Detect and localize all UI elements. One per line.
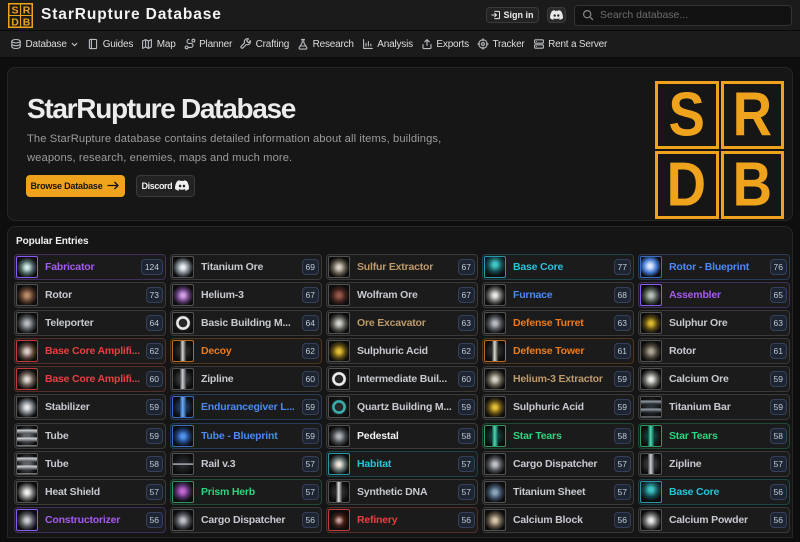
svg-text:D: D	[11, 16, 19, 28]
svg-text:B: B	[23, 16, 31, 28]
svg-text:R: R	[23, 5, 31, 17]
svg-text:S: S	[11, 5, 18, 17]
